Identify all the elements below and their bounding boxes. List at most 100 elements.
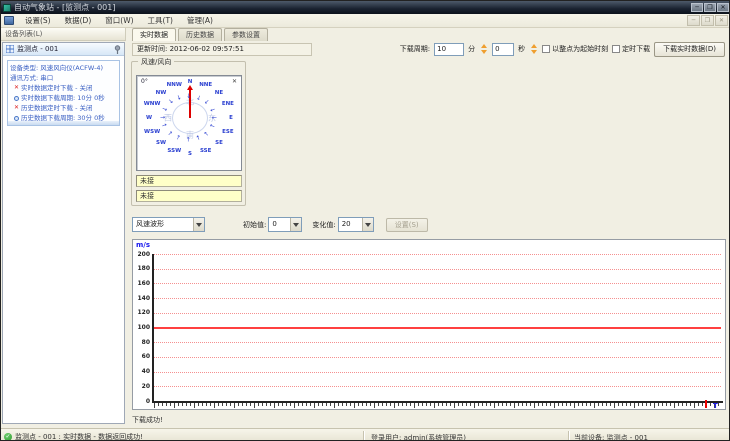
gridline-120 xyxy=(154,312,721,314)
status-separator xyxy=(568,431,569,440)
tab-0[interactable]: 实时数据 xyxy=(132,28,176,41)
titlebar: 自动气象站 - [监测点 - 001] ─ ❐ ✕ xyxy=(1,1,729,14)
status-message: 监测点 - 001 : 实时数据 - 数据返回成功! xyxy=(15,433,143,441)
device-item[interactable]: 监测点 - 001 xyxy=(3,43,124,56)
statusbar: ✓ 监测点 - 001 : 实时数据 - 数据返回成功! 登录用户: admin… xyxy=(1,428,729,441)
compass-corner-mark: ✕ xyxy=(231,78,237,85)
pin-icon[interactable] xyxy=(114,44,121,54)
chart-ytick-label: 140 xyxy=(137,294,150,302)
compass-direction-NW: NW xyxy=(155,89,167,96)
chevron-down-icon xyxy=(361,218,373,231)
download-realtime-button[interactable]: 下载实时数据(D) xyxy=(654,41,725,57)
device-grid-icon xyxy=(6,45,14,53)
device-info-text: 设备类型: 风速风向仪(ACFW-4) xyxy=(10,64,104,72)
wind-degree-value: 0° xyxy=(141,78,148,85)
seconds-unit: 秒 xyxy=(518,45,526,53)
clock-icon xyxy=(14,95,19,101)
window-title: 自动气象站 - [监测点 - 001] xyxy=(14,3,116,12)
tab-1[interactable]: 历史数据 xyxy=(178,28,222,41)
mdi-window-buttons: ─ ❐ ✕ xyxy=(687,15,729,26)
chart-ytick-label: 40 xyxy=(141,368,150,376)
initial-value-label: 初始值: xyxy=(243,220,267,229)
device-info-text: 通讯方式: 串口 xyxy=(10,74,54,82)
compass-direction-NNE: NNE xyxy=(199,81,213,88)
menu-item-管[interactable]: 管理(A) xyxy=(180,14,220,27)
compass-direction-S: S xyxy=(188,151,192,157)
menu-item-数[interactable]: 数据(D) xyxy=(58,14,99,27)
compass-arrow-E: → xyxy=(212,114,218,121)
mdi-close-icon[interactable]: ✕ xyxy=(715,15,728,26)
compass-arrow-SE: → xyxy=(202,128,212,138)
device-info-box: 设备类型: 风速风向仪(ACFW-4) 通讯方式: 串口 ✕ 实时数据定时下载 - 关… xyxy=(7,60,120,126)
waveform-select-value: 风速波形 xyxy=(136,220,164,228)
gridline-20 xyxy=(154,386,721,388)
wind-speed-field: 未接 xyxy=(136,175,242,187)
chevron-down-icon xyxy=(193,218,204,231)
period-label: 下载周期: xyxy=(399,45,431,53)
seconds-input[interactable]: 0 xyxy=(492,42,515,56)
mdi-child-icon[interactable] xyxy=(4,16,14,25)
maximize-icon[interactable]: ❐ xyxy=(704,3,716,12)
mdi-minimize-icon[interactable]: ─ xyxy=(687,15,700,26)
cross-icon: ✕ xyxy=(13,84,20,91)
status-separator xyxy=(363,431,364,440)
compass-direction-NNW: NNW xyxy=(166,81,182,88)
chart-ytick-label: 200 xyxy=(137,250,150,258)
compass-arrow-S: → xyxy=(185,136,193,143)
device-info-row: 实时数据下载周期: 10分 0秒 xyxy=(10,93,118,103)
device-list-panel: 监测点 - 001 设备类型: 风速风向仪(ACFW-4) 通讯方式: 串口 ✕ 实时… xyxy=(2,42,125,424)
device-list-header: 设备列表(L) xyxy=(1,28,126,41)
waveform-select[interactable]: 风速波形 xyxy=(132,217,205,232)
gridline-40 xyxy=(154,371,721,373)
gridline-180 xyxy=(154,268,721,270)
wind-needle-tip xyxy=(187,85,193,90)
compass-arrow-NW: → xyxy=(165,97,175,107)
chart-ytick-label: 20 xyxy=(141,382,150,390)
chart-ytick-label: 80 xyxy=(141,338,150,346)
clock-icon xyxy=(14,115,19,121)
series-line-100 xyxy=(154,326,721,329)
set-button[interactable]: 设置(S) xyxy=(385,217,428,232)
compass-arrow-SSW: → xyxy=(174,134,183,142)
seconds-stepper[interactable] xyxy=(529,43,538,56)
gridline-160 xyxy=(154,283,721,285)
y-axis-line xyxy=(152,254,154,403)
initial-value-select[interactable]: 0 xyxy=(268,217,303,232)
align-to-hour-checkbox[interactable] xyxy=(542,45,551,53)
compass-direction-N: N xyxy=(187,79,193,85)
chart-ytick-label: 120 xyxy=(137,309,150,317)
compass-arrow-N: → xyxy=(185,92,193,99)
menu-item-工[interactable]: 工具(T) xyxy=(141,14,180,27)
minutes-input[interactable]: 10 xyxy=(434,42,465,56)
timer-download-checkbox[interactable] xyxy=(612,45,621,53)
status-current-device: 当前设备: 监测点 - 001 xyxy=(574,434,648,441)
compass-direction-SE: SE xyxy=(215,140,223,147)
chart-ytick-label: 180 xyxy=(137,265,150,273)
menu-item-窗[interactable]: 窗口(W) xyxy=(98,14,140,27)
mdi-restore-icon[interactable]: ❐ xyxy=(701,15,714,26)
minutes-stepper[interactable] xyxy=(479,43,488,56)
compass-direction-W: W xyxy=(145,115,153,121)
compass-direction-E: E xyxy=(229,115,233,121)
compass-direction-NE: NE xyxy=(214,89,224,96)
compass-direction-SSE: SSE xyxy=(199,148,212,155)
download-status-text: 下载成功! xyxy=(132,416,163,424)
gridline-140 xyxy=(154,298,721,300)
x-axis-major-ticks xyxy=(154,403,722,408)
tab-2[interactable]: 参数设置 xyxy=(224,28,268,41)
change-value-select[interactable]: 20 xyxy=(337,217,374,232)
align-to-hour-label: 以整点为起始时刻 xyxy=(552,45,609,53)
close-icon[interactable]: ✕ xyxy=(717,3,729,12)
device-info-text: 实时数据定时下载 - 关闭 xyxy=(21,84,93,92)
compass-arrow-ESE: → xyxy=(208,121,217,131)
success-check-icon: ✓ xyxy=(4,433,12,440)
compass-arrow-W: → xyxy=(160,114,166,121)
x-axis-time-label: T xyxy=(713,402,718,410)
device-info-text: 实时数据下载周期: 10分 0秒 xyxy=(21,94,105,102)
minimize-icon[interactable]: ─ xyxy=(691,3,703,12)
change-value-label: 变化值: xyxy=(312,220,336,229)
menu-item-设[interactable]: 设置(S) xyxy=(18,14,58,27)
minutes-unit: 分 xyxy=(468,45,476,53)
device-info-row: ✕ 实时数据定时下载 - 关闭 xyxy=(10,83,118,93)
initial-value: 0 xyxy=(272,220,277,228)
